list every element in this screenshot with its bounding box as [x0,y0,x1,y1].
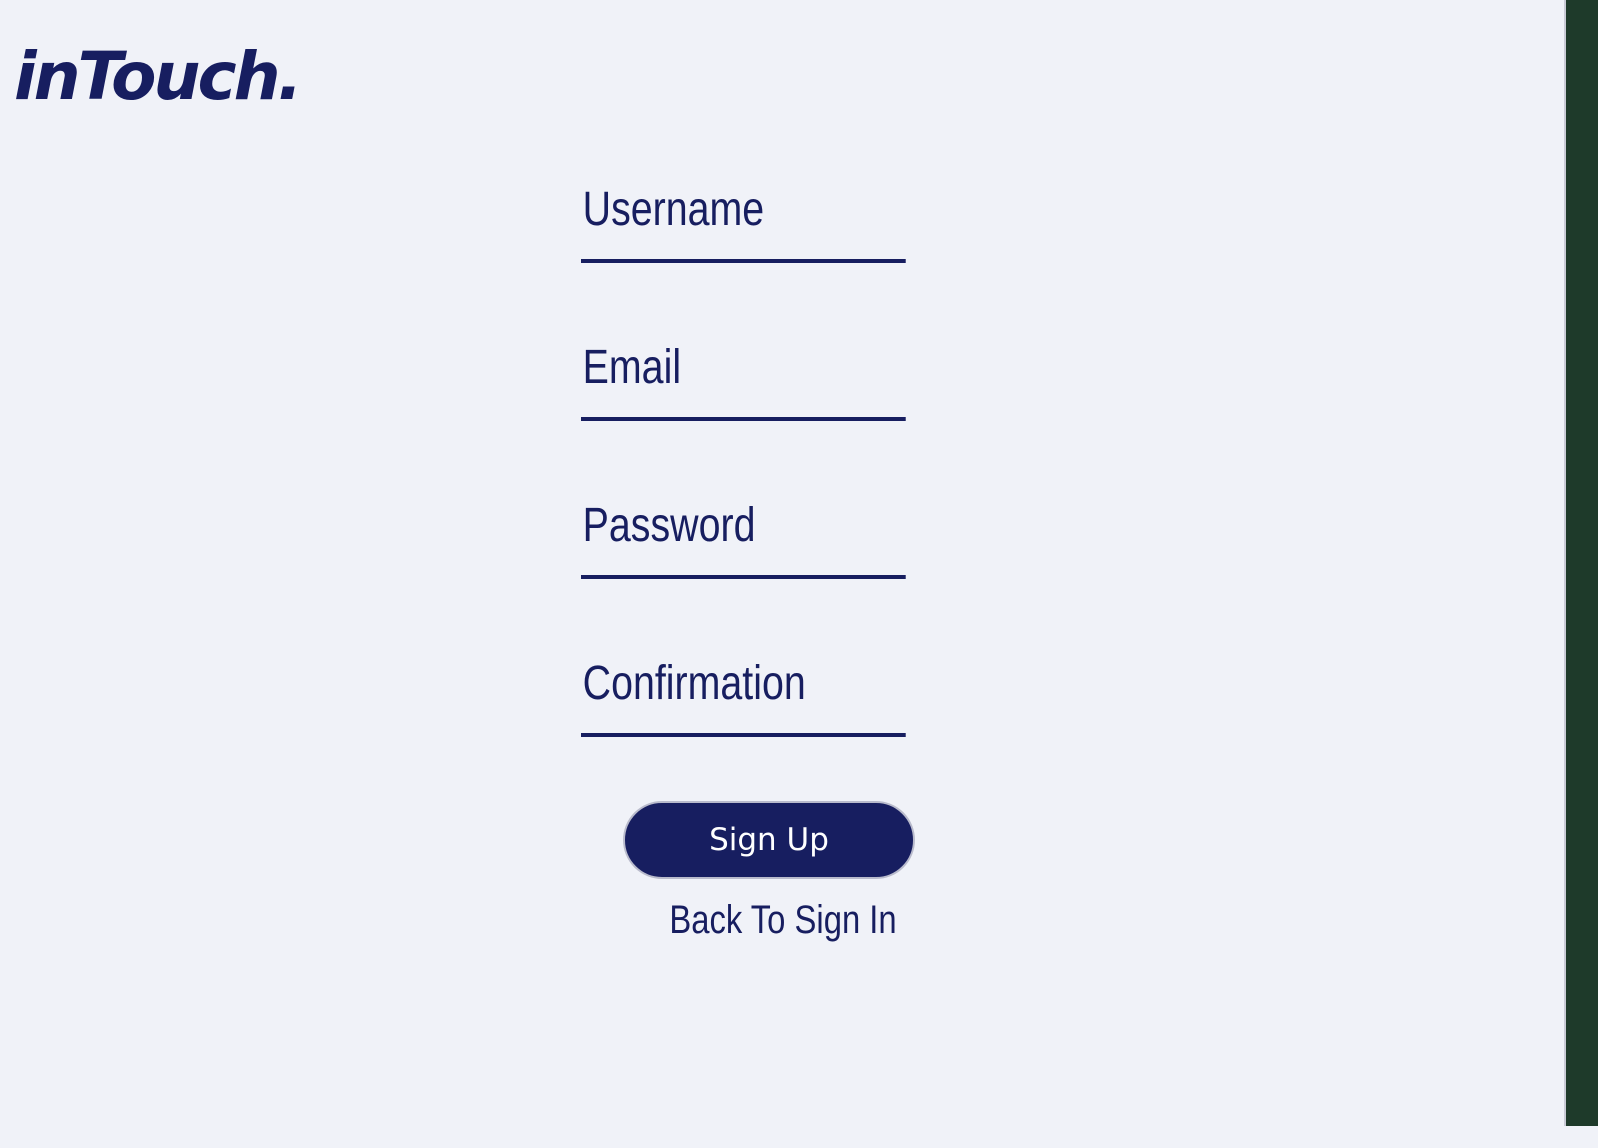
intouch-logo: inTouch. [14,38,303,115]
signup-form [581,160,977,792]
username-field-wrapper [581,160,977,318]
confirmation-field-wrapper [581,634,977,792]
back-to-sign-in-link[interactable]: Back To Sign In [619,898,947,943]
password-input[interactable] [581,476,906,579]
username-input[interactable] [581,160,906,263]
password-field-wrapper [581,476,977,634]
signup-page: inTouch. Sign Up Back To Sign In [0,0,1566,1126]
email-input[interactable] [581,318,906,421]
confirmation-input[interactable] [581,634,906,737]
sign-up-button[interactable]: Sign Up [623,801,915,879]
page-bottom-strip [0,1126,1598,1148]
email-field-wrapper [581,318,977,476]
